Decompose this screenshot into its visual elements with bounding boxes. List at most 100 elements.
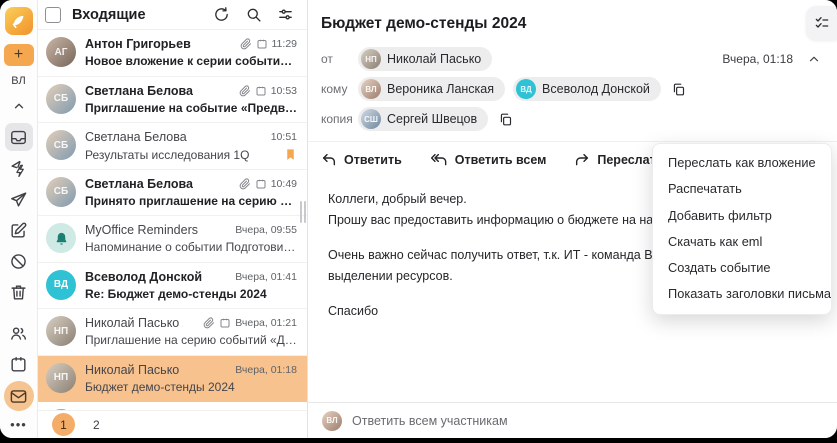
copy-recipients-icon[interactable] xyxy=(671,82,686,97)
to-label: кому xyxy=(321,82,348,96)
avatar: ВЛ xyxy=(322,410,342,431)
list-item-main: MyOffice Reminders Вчера, 09:55 Напомина… xyxy=(85,223,297,262)
reply-all-button[interactable]: Ответить всем xyxy=(430,152,547,168)
avatar: СБ xyxy=(46,176,76,207)
trash-folder-icon[interactable] xyxy=(5,278,33,306)
attachment-icon xyxy=(240,38,252,50)
page-2-button[interactable]: 2 xyxy=(93,418,100,432)
list-item[interactable]: ВД Всеволод Донской Вчера, 01:41 Re: Бюд… xyxy=(38,263,307,309)
recipient-chip[interactable]: ВЛ Вероника Ланская xyxy=(358,77,506,101)
subject: Новое вложение к серии событий «Аналити.… xyxy=(85,54,297,68)
reply-all-label: Ответить всем xyxy=(454,152,547,167)
menu-item-show-headers[interactable]: Показать заголовки письма xyxy=(653,281,831,307)
avatar: СБ xyxy=(46,83,76,114)
sender: Светлана Белова xyxy=(85,130,187,144)
page-1-button[interactable]: 1 xyxy=(52,413,75,436)
compose-new-button[interactable]: + xyxy=(3,44,34,66)
app-logo-icon[interactable] xyxy=(4,7,33,35)
reminder-bell-avatar xyxy=(46,223,76,253)
sender: Николай Пасько xyxy=(85,316,180,330)
list-item[interactable]: АГ Антон Григорьев Вчера, 01:07 xyxy=(38,402,307,410)
avatar-initials: СБ xyxy=(53,139,69,151)
bookmark-flag-icon[interactable] xyxy=(284,147,297,162)
forward-icon xyxy=(576,153,589,165)
recipient-chip[interactable]: ВД Всеволод Донской xyxy=(513,77,661,101)
avatar: НП xyxy=(46,362,76,393)
contacts-icon[interactable] xyxy=(5,319,33,347)
time: 10:53 xyxy=(270,84,297,97)
from-chip[interactable]: НП Николай Пасько xyxy=(358,47,493,71)
list-item[interactable]: СБ Светлана Белова 10:53 Приглашение на … xyxy=(38,77,307,123)
cc-label: копия xyxy=(321,112,353,126)
list-item[interactable]: СБ Светлана Белова 10:51 Результаты иссл… xyxy=(38,123,307,170)
sender: Светлана Белова xyxy=(85,176,193,191)
attachment-icon xyxy=(203,317,215,329)
refresh-icon[interactable] xyxy=(213,6,230,23)
subject: Бюджет демо-стенды 2024 xyxy=(85,379,235,394)
mail-list-panel: Входящие АГ Антон Григорьев 11:29 Новое … xyxy=(38,0,308,438)
recipient-name: Всеволод Донской xyxy=(542,82,650,96)
menu-item-create-event[interactable]: Создать событие xyxy=(653,255,831,281)
sender: Светлана Белова xyxy=(85,83,193,98)
message-context-menu: Переслать как вложение Распечатать Добав… xyxy=(652,143,832,315)
collapse-chevron-icon[interactable] xyxy=(5,92,33,120)
avatar: СШ xyxy=(361,109,381,129)
avatar: СБ xyxy=(46,130,76,160)
time: Вчера, 01:18 xyxy=(235,363,297,376)
reply-all-icon xyxy=(430,153,447,165)
subject: Принято приглашение на серию событий «..… xyxy=(85,193,297,208)
copy-cc-icon[interactable] xyxy=(498,112,513,127)
pagination: 1 2 xyxy=(38,410,307,438)
forward-button[interactable]: Переслать xyxy=(574,152,663,168)
reply-icon xyxy=(322,153,336,165)
sent-folder-icon[interactable] xyxy=(5,185,33,213)
list-item[interactable]: MyOffice Reminders Вчера, 09:55 Напомина… xyxy=(38,216,307,263)
avatar-initials: НП xyxy=(53,372,69,383)
inbox-folder-icon[interactable] xyxy=(4,123,33,151)
sender: Антон Григорьев xyxy=(85,37,191,51)
avatar: ВД xyxy=(46,269,76,300)
sender: Всеволод Донской xyxy=(85,269,203,284)
quick-reply-placeholder: Ответить всем участникам xyxy=(352,413,508,428)
message-subject: Бюджет демо-стенды 2024 xyxy=(321,15,527,32)
reply-button[interactable]: Ответить xyxy=(321,152,402,168)
avatar: АГ xyxy=(46,37,76,67)
avatar: ВЛ xyxy=(361,79,381,99)
menu-item-forward-as-attachment[interactable]: Переслать как вложение xyxy=(653,150,831,176)
list-header: Входящие xyxy=(38,0,307,30)
folder-title: Входящие xyxy=(72,6,146,23)
menu-item-print[interactable]: Распечатать xyxy=(653,176,831,202)
filter-tune-icon[interactable] xyxy=(277,6,294,23)
panel-resize-handle[interactable] xyxy=(300,201,307,223)
quick-reply-bar[interactable]: ВЛ Ответить всем участникам xyxy=(308,402,837,438)
scheduled-send-icon[interactable] xyxy=(5,154,33,182)
search-icon[interactable] xyxy=(245,6,262,23)
mail-list: АГ Антон Григорьев 11:29 Новое вложение … xyxy=(38,30,307,410)
menu-item-add-filter[interactable]: Добавить фильтр xyxy=(653,203,831,229)
time: 11:29 xyxy=(271,38,298,50)
more-apps-icon[interactable]: ••• xyxy=(10,417,27,432)
app-window: + ВЛ ••• Входящие АГ Антон Григорьев 11:… xyxy=(0,0,837,438)
from-row: от НП Николай Пасько Вчера, 01:18 xyxy=(321,47,821,71)
time: Вчера, 09:55 xyxy=(235,224,297,236)
user-initials[interactable]: ВЛ xyxy=(11,75,25,87)
drafts-compose-icon[interactable] xyxy=(5,216,33,244)
from-label: от xyxy=(321,52,333,66)
list-item[interactable]: АГ Антон Григорьев 11:29 Новое вложение … xyxy=(38,30,307,77)
mail-app-icon[interactable] xyxy=(3,381,34,411)
list-item[interactable]: НП Николай Пасько Вчера, 01:21 Приглашен… xyxy=(38,309,307,356)
cc-chip[interactable]: СШ Сергей Швецов xyxy=(358,107,489,131)
select-all-checkbox[interactable] xyxy=(45,6,61,23)
collapse-header-icon[interactable] xyxy=(807,52,821,66)
spam-block-icon[interactable] xyxy=(5,247,33,275)
body-line: Спасибо xyxy=(328,304,379,318)
list-item[interactable]: СБ Светлана Белова 10:49 Принято приглаш… xyxy=(38,170,307,216)
menu-item-download-eml[interactable]: Скачать как eml xyxy=(653,229,831,255)
list-item-selected[interactable]: НП Николай Пасько Вчера, 01:18 Бюджет де… xyxy=(38,355,307,402)
avatar-initials: НП xyxy=(53,325,69,337)
sender: Николай Пасько xyxy=(85,362,180,377)
calendar-app-icon[interactable] xyxy=(5,350,33,378)
avatar: НП xyxy=(46,316,76,346)
tasks-panel-tab[interactable] xyxy=(806,6,837,40)
time: 10:51 xyxy=(270,131,297,143)
